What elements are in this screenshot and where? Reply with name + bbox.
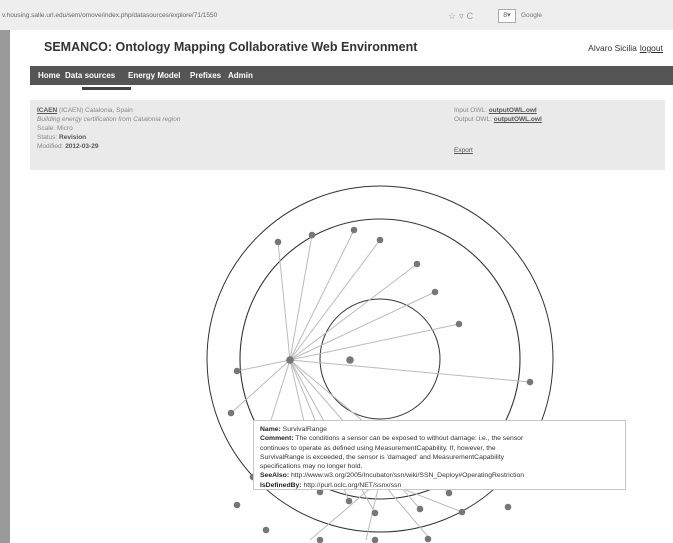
graph-edges	[230, 229, 531, 541]
graph-node[interactable]	[413, 260, 421, 268]
graph-node[interactable]	[262, 526, 270, 534]
browser-toolbar: ☆ ▿ C 8▾	[0, 0, 673, 31]
graph-node[interactable]	[371, 509, 379, 517]
tooltip-comment-label: Comment:	[260, 435, 294, 443]
search-engine-icon[interactable]: 8▾	[498, 9, 516, 23]
graph-node[interactable]	[350, 226, 358, 234]
graph-node[interactable]	[526, 378, 534, 386]
search-box: 8▾	[496, 8, 673, 23]
left-window-border	[0, 30, 10, 543]
tooltip-comment-line: continues to operate as defined using Me…	[260, 444, 496, 452]
graph-node[interactable]	[376, 236, 384, 244]
graph-node[interactable]	[316, 536, 324, 543]
search-input[interactable]	[518, 8, 673, 22]
graph-node[interactable]	[416, 505, 424, 513]
graph-node[interactable]	[504, 503, 512, 511]
tooltip-isdefinedby-label: IsDefinedBy:	[260, 481, 302, 489]
tooltip-seealso-label: SeeAlso:	[260, 472, 290, 480]
ring-inner	[319, 298, 441, 420]
dropdown-arrow-icon[interactable]: ▿	[459, 11, 464, 22]
bookmark-star-icon[interactable]: ☆	[448, 11, 456, 22]
graph-node[interactable]	[227, 409, 235, 417]
graph-node[interactable]	[274, 238, 282, 246]
graph-node[interactable]	[371, 536, 379, 543]
graph-node[interactable]	[233, 367, 241, 375]
tooltip-comment-line: SurvivalRange is exceeded, the sensor is…	[260, 453, 505, 461]
graph-node[interactable]	[455, 320, 463, 328]
tooltip-isdefinedby-value: http://purl.oclc.org/NET/ssnx/ssn	[303, 481, 402, 489]
graph-edge	[289, 239, 381, 361]
tooltip-comment-line: The conditions a sensor can be exposed t…	[295, 435, 524, 443]
reload-icon[interactable]: C	[467, 11, 474, 21]
tooltip-name-value: SurvivalRange	[282, 426, 327, 433]
address-bar[interactable]	[0, 9, 442, 23]
graph-edge	[289, 229, 355, 361]
tooltip-name-label: Name:	[260, 426, 281, 433]
tooltip-seealso-value: http://www.w3.org/2005/Incubator/ssn/wik…	[290, 472, 525, 480]
graph-node[interactable]	[424, 535, 432, 543]
tooltip-comment-line: specifications may no longer hold.	[260, 463, 363, 471]
graph-edge	[289, 234, 313, 361]
graph-node[interactable]	[345, 497, 353, 505]
graph-node[interactable]	[431, 288, 439, 296]
graph-edge	[289, 291, 436, 361]
graph-node[interactable]	[445, 489, 453, 497]
graph-node[interactable]	[458, 508, 466, 516]
graph-node[interactable]	[308, 231, 316, 239]
graph-edge	[289, 263, 418, 361]
graph-node[interactable]	[346, 356, 354, 364]
graph-edge	[289, 323, 460, 361]
graph-edge	[277, 241, 291, 361]
graph-edge	[236, 359, 291, 372]
graph-node[interactable]	[233, 501, 241, 509]
address-bar-icons: ☆ ▿ C	[448, 9, 473, 23]
graph-edge	[289, 359, 531, 383]
graph-node[interactable]	[286, 356, 294, 364]
node-tooltip: Name: SurvivalRange Comment: The conditi…	[253, 420, 626, 490]
